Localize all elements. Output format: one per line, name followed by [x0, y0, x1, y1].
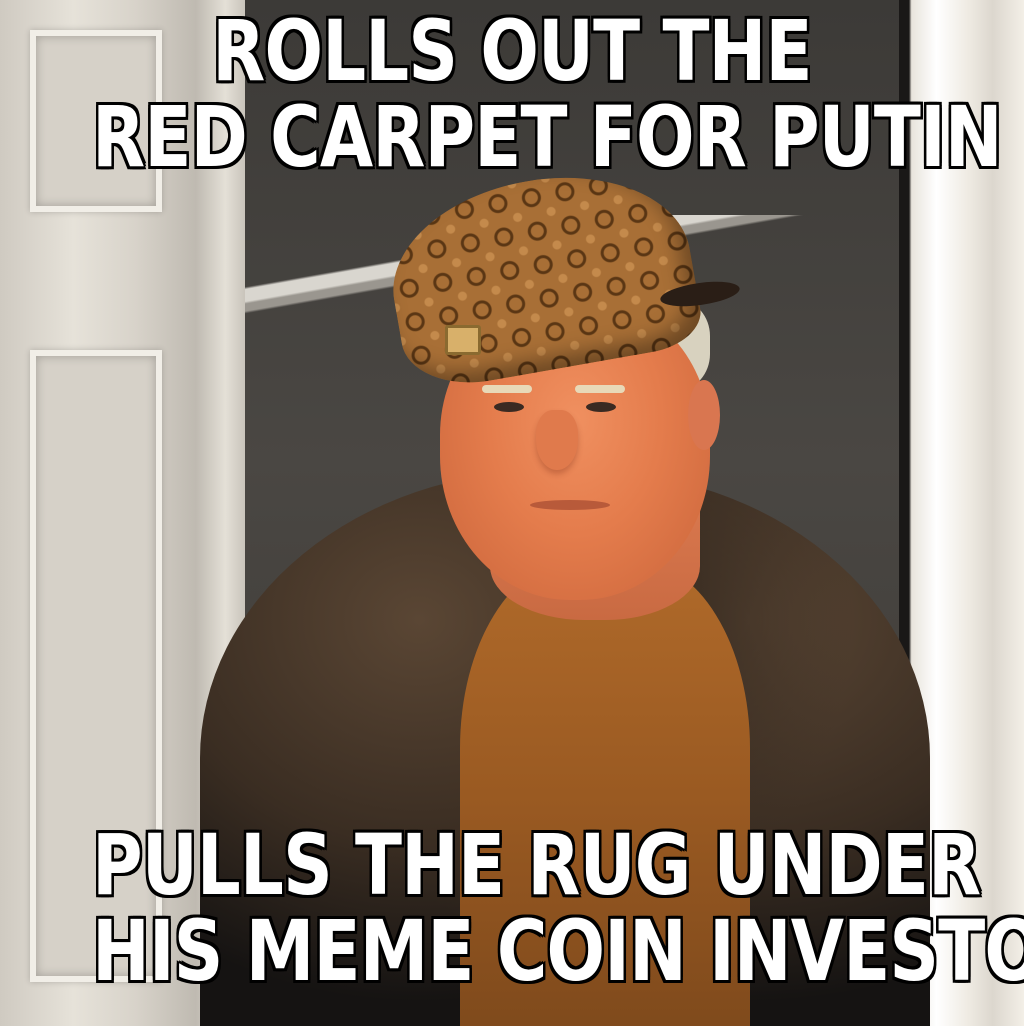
top-caption-line-2: RED CARPET FOR PUTIN	[92, 88, 1002, 186]
right-eye	[586, 402, 616, 412]
right-eyebrow	[575, 385, 625, 393]
ear	[688, 380, 720, 450]
top-caption-line-1: ROLLS OUT THE	[212, 2, 812, 100]
nose	[536, 410, 578, 470]
cap-buckle	[445, 325, 481, 355]
bottom-caption-line-2: HIS MEME COIN INVESTORS	[92, 902, 1024, 1000]
left-eyebrow	[482, 385, 532, 393]
top-caption: ROLLS OUT THE RED CARPET FOR PUTIN	[92, 2, 1002, 186]
meme-image: ROLLS OUT THE RED CARPET FOR PUTIN PULLS…	[0, 0, 1024, 1026]
bottom-caption: PULLS THE RUG UNDER HIS MEME COIN INVEST…	[92, 816, 1024, 1000]
mouth	[530, 500, 610, 510]
left-eye	[494, 402, 524, 412]
bottom-caption-line-1: PULLS THE RUG UNDER	[92, 816, 981, 914]
